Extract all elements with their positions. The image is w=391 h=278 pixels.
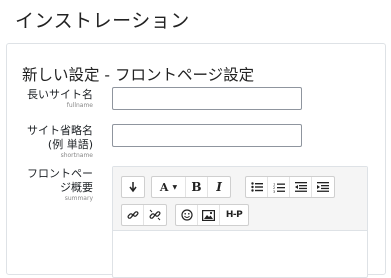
font-size-button[interactable]: A ▼ bbox=[152, 177, 186, 197]
unordered-list-icon bbox=[250, 182, 263, 192]
font-size-icon: A bbox=[159, 180, 169, 194]
fullname-label-block: 長いサイト名 fullname bbox=[7, 88, 93, 110]
image-button[interactable] bbox=[198, 205, 220, 225]
svg-text:3: 3 bbox=[273, 190, 275, 193]
section-title: 新しい設定 - フロントページ設定 bbox=[22, 66, 255, 84]
indent-button[interactable] bbox=[312, 177, 334, 197]
shortname-label-line2: (例 単語) bbox=[47, 138, 93, 151]
outdent-icon bbox=[294, 182, 307, 192]
shortname-id-label: shortname bbox=[60, 152, 93, 159]
unlink-icon bbox=[149, 209, 161, 221]
summary-editor[interactable]: A ▼ B I 1 2 3 H-P bbox=[112, 166, 368, 278]
italic-icon: I bbox=[216, 180, 222, 194]
h5p-icon: H-P bbox=[225, 210, 243, 220]
page-title: インストレーション bbox=[15, 10, 190, 32]
collapse-button[interactable] bbox=[122, 177, 144, 197]
shortname-label-block: サイト省略名 (例 単語) shortname bbox=[7, 124, 93, 160]
ordered-list-button[interactable]: 1 2 3 bbox=[268, 177, 290, 197]
h5p-button[interactable]: H-P bbox=[220, 205, 248, 225]
fullname-label: 長いサイト名 bbox=[27, 88, 93, 101]
toolbar-group-collapse bbox=[121, 176, 145, 198]
bold-icon: B bbox=[191, 180, 202, 194]
shortname-input[interactable] bbox=[112, 124, 302, 147]
toolbar-group-insert: H-P bbox=[175, 204, 249, 226]
toolbar-group-format: A ▼ B I bbox=[151, 176, 231, 198]
summary-label-line2: ジ概要 bbox=[60, 181, 93, 194]
bold-button[interactable]: B bbox=[186, 177, 208, 197]
settings-card: 新しい設定 - フロントページ設定 長いサイト名 fullname サイト省略名… bbox=[6, 43, 386, 278]
toolbar-group-links bbox=[121, 204, 167, 226]
emoji-button[interactable] bbox=[176, 205, 198, 225]
unlink-button[interactable] bbox=[144, 205, 166, 225]
summary-label: フロントペー ジ概要 bbox=[7, 167, 93, 195]
ordered-list-icon: 1 2 3 bbox=[273, 182, 285, 193]
emoji-icon bbox=[180, 209, 193, 221]
shortname-label-line1: サイト省略名 bbox=[27, 124, 93, 137]
link-icon bbox=[126, 211, 139, 219]
fullname-id-label: fullname bbox=[66, 102, 93, 109]
summary-label-block: フロントペー ジ概要 summary bbox=[7, 167, 93, 203]
link-button[interactable] bbox=[122, 205, 144, 225]
indent-icon bbox=[317, 182, 329, 192]
fullname-input[interactable] bbox=[112, 87, 302, 110]
summary-label-line1: フロントペー bbox=[27, 167, 93, 180]
editor-toolbar: A ▼ B I 1 2 3 H-P bbox=[113, 167, 367, 231]
italic-button[interactable]: I bbox=[208, 177, 230, 197]
image-icon bbox=[202, 209, 215, 221]
collapse-icon bbox=[129, 182, 137, 193]
chevron-down-icon: ▼ bbox=[172, 183, 178, 191]
outdent-button[interactable] bbox=[290, 177, 312, 197]
summary-id-label: summary bbox=[64, 195, 93, 202]
shortname-label: サイト省略名 (例 単語) bbox=[7, 124, 93, 152]
toolbar-group-lists: 1 2 3 bbox=[245, 176, 335, 198]
unordered-list-button[interactable] bbox=[246, 177, 268, 197]
editor-content-area[interactable] bbox=[113, 231, 367, 277]
